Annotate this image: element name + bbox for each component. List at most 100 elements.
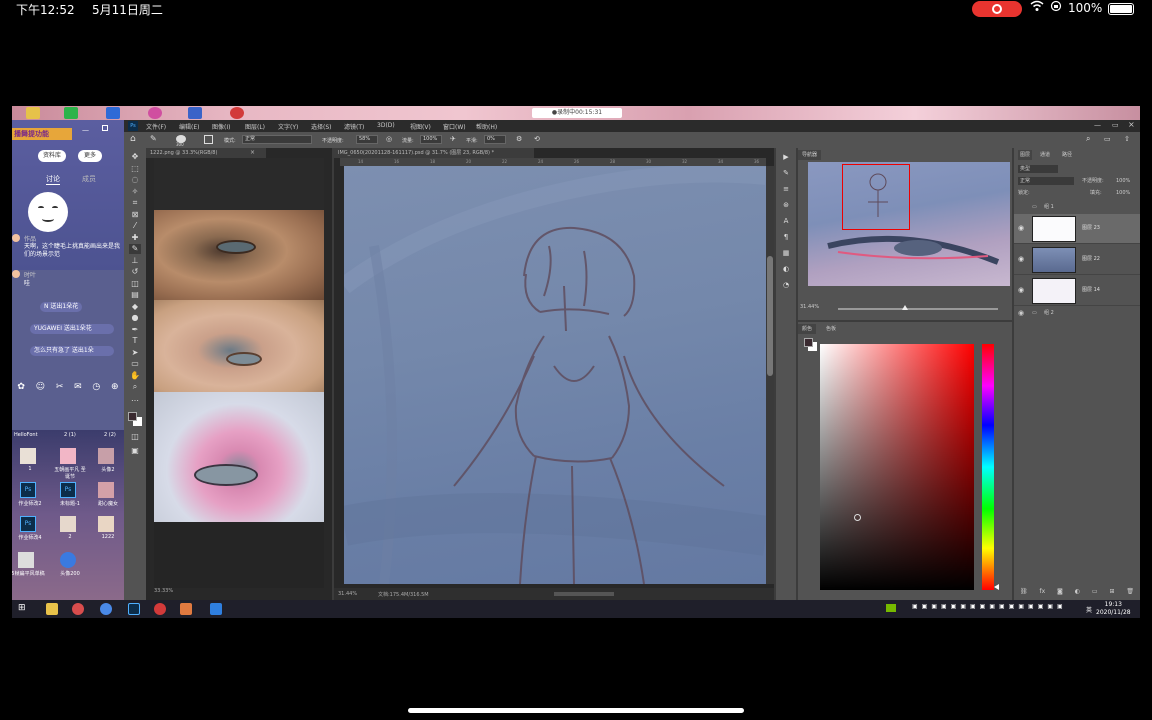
stamp-tool-icon[interactable]: ⊥	[129, 256, 141, 266]
taskbar-clock[interactable]: 19:13 2020/11/28	[1096, 601, 1131, 617]
tab-discussion[interactable]: 讨论	[46, 174, 60, 185]
zoom-tool-icon[interactable]: ⌕	[129, 382, 141, 392]
close-icon[interactable]: ×	[1128, 120, 1135, 129]
drawing-canvas[interactable]	[344, 166, 766, 584]
symmetry-icon[interactable]: ⟲	[534, 135, 540, 143]
screen-record-indicator[interactable]	[972, 1, 1022, 17]
chrome-icon[interactable]	[148, 107, 162, 119]
reference-canvas[interactable]	[154, 158, 324, 588]
zoom-slider[interactable]	[838, 305, 998, 310]
eraser-tool-icon[interactable]: ◫	[129, 279, 141, 289]
brush-tool-icon[interactable]: ✎	[150, 134, 157, 143]
tab-layers[interactable]: 图层	[1018, 150, 1033, 160]
tab-navigator[interactable]: 导航器	[798, 150, 822, 160]
frame-tool-icon[interactable]: ⊠	[129, 210, 141, 220]
chat-banner[interactable]: 播舞提功能	[12, 128, 72, 140]
crop-tool-icon[interactable]: ⌗	[129, 198, 141, 208]
mask-icon[interactable]: ◙	[1057, 588, 1063, 595]
history-brush-icon[interactable]: ↺	[129, 267, 141, 277]
menu-item[interactable]: 视图(V)	[410, 122, 431, 131]
horizontal-scrollbar[interactable]	[554, 592, 614, 596]
app-icon[interactable]	[100, 603, 112, 615]
color-picker-marker[interactable]	[854, 514, 861, 521]
navigator-view-box[interactable]	[842, 164, 910, 230]
menu-item[interactable]: 滤镜(T)	[344, 122, 364, 131]
tab-channels[interactable]: 通道	[1040, 150, 1050, 160]
character-icon[interactable]: A	[781, 216, 791, 226]
minimize-icon[interactable]: —	[1094, 121, 1101, 129]
opacity-field[interactable]: 58%	[356, 135, 378, 144]
maximize-icon[interactable]: ▭	[1112, 121, 1119, 129]
chrome-icon[interactable]	[72, 603, 84, 615]
play-icon[interactable]: ▶	[781, 152, 791, 162]
app-icon[interactable]	[64, 107, 78, 119]
emoji-icon[interactable]: ☺	[36, 382, 45, 396]
home-indicator[interactable]	[408, 708, 744, 713]
history-icon[interactable]: ◔	[781, 280, 791, 290]
adjustments-icon[interactable]: ≡	[781, 184, 791, 194]
tray-icons[interactable]: ▣▣▣▣▣▣▣▣▣▣▣▣▣▣▣▣	[912, 603, 1067, 610]
new-group-icon[interactable]: ▭	[1092, 588, 1098, 595]
clock-icon[interactable]: ◷	[92, 382, 100, 396]
path-select-icon[interactable]: ➤	[129, 348, 141, 358]
nvidia-icon[interactable]	[886, 604, 896, 612]
dodge-tool-icon[interactable]: ●	[129, 313, 141, 323]
new-layer-icon[interactable]: ⊞	[1109, 588, 1114, 595]
clone-source-icon[interactable]: ⊛	[781, 200, 791, 210]
brush-panel-icon[interactable]	[204, 135, 213, 144]
desktop-file-icon[interactable]	[98, 482, 114, 498]
pen-tool-icon[interactable]: ✒	[129, 325, 141, 335]
menu-item[interactable]: 窗口(W)	[443, 122, 466, 131]
healing-brush-icon[interactable]: ✚	[129, 233, 141, 243]
more-button[interactable]: 更多	[78, 150, 102, 162]
visibility-eye-icon[interactable]: ◉	[1018, 308, 1024, 318]
scissors-icon[interactable]: ✂	[56, 382, 64, 396]
library-button[interactable]: 资料库	[38, 150, 66, 162]
fg-bg-color-icon[interactable]	[128, 412, 142, 426]
desktop-file-icon[interactable]	[60, 516, 76, 532]
tab-members[interactable]: 成员	[82, 174, 96, 184]
quick-mask-icon[interactable]: ◫	[129, 432, 141, 442]
desktop-file-icon[interactable]: Ps	[20, 516, 36, 532]
screen-mode-icon[interactable]: ▣	[129, 446, 141, 456]
hue-marker[interactable]	[994, 584, 999, 590]
gradient-tool-icon[interactable]: ▤	[129, 290, 141, 300]
flower-icon[interactable]: ✿	[17, 382, 25, 396]
main-doc-tab[interactable]: IMG_0650(20201128-161117).psd @ 31.7% (图…	[334, 148, 534, 158]
vertical-scrollbar[interactable]	[766, 166, 774, 584]
move-tool-icon[interactable]: ✥	[129, 152, 141, 162]
paragraph-icon[interactable]: ¶	[781, 232, 791, 242]
menu-item[interactable]: 文字(Y)	[278, 122, 298, 131]
properties-icon[interactable]: ◐	[781, 264, 791, 274]
settings-icon[interactable]: ⚙	[516, 135, 522, 143]
pressure-opacity-icon[interactable]: ◎	[386, 135, 392, 143]
more-tools-icon[interactable]: …	[129, 394, 141, 404]
close-tab-icon[interactable]: ×	[250, 149, 255, 156]
color-picker-field[interactable]	[820, 344, 974, 590]
desktop-file-icon[interactable]: Ps	[20, 482, 36, 498]
mail-icon[interactable]: ✉	[74, 382, 82, 396]
menu-item[interactable]: 编辑(E)	[179, 122, 199, 131]
scrollbar-thumb[interactable]	[767, 256, 773, 376]
mode-select[interactable]: 正常	[242, 135, 312, 144]
adjustment-icon[interactable]: ◐	[1075, 588, 1080, 595]
menu-item[interactable]: 3D(D)	[377, 122, 395, 129]
minimize-icon[interactable]: —	[82, 126, 89, 134]
desktop-file-icon[interactable]	[98, 448, 114, 464]
lasso-tool-icon[interactable]: ◌	[129, 175, 141, 185]
edge-icon[interactable]	[210, 603, 222, 615]
home-icon[interactable]: ⌂	[130, 134, 136, 144]
navigator-thumbnail[interactable]	[808, 162, 1010, 286]
photoshop-taskbar-icon[interactable]	[128, 603, 140, 615]
folder-icon[interactable]	[26, 107, 40, 119]
tab-swatches[interactable]: 色板	[822, 324, 840, 334]
eyedropper-icon[interactable]: ⁄	[129, 221, 141, 231]
brush-settings-icon[interactable]: ✎	[781, 168, 791, 178]
menu-item[interactable]: 选择(S)	[311, 122, 332, 131]
weibo-icon[interactable]	[154, 603, 166, 615]
layer-row[interactable]: ◉ 图层 14	[1014, 276, 1140, 306]
shape-tool-icon[interactable]: ▭	[129, 359, 141, 369]
desktop-file-icon[interactable]	[98, 516, 114, 532]
zoom-slider-knob[interactable]	[902, 305, 908, 310]
airbrush-icon[interactable]: ✈	[450, 135, 456, 143]
